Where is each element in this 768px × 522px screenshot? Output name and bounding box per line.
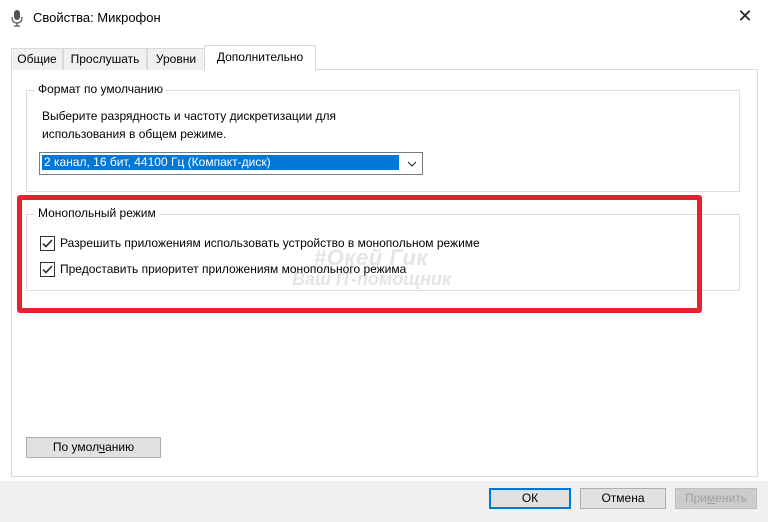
title-bar: Свойства: Микрофон ✕ — [0, 0, 768, 36]
description-line-2: использования в общем режиме. — [42, 127, 227, 141]
format-select[interactable]: 2 канал, 16 бит, 44100 Гц (Компакт-диск) — [39, 152, 423, 175]
ok-button[interactable]: ОК — [489, 488, 571, 509]
chevron-down-icon[interactable] — [402, 153, 422, 174]
ok-label: ОК — [521, 491, 539, 505]
apply-label-part2: енить — [715, 491, 748, 505]
tab-general-label: Общие — [17, 52, 57, 66]
apply-label-part1: При — [684, 491, 707, 505]
tab-levels[interactable]: Уровни — [147, 48, 205, 70]
format-select-value: 2 канал, 16 бит, 44100 Гц (Компакт-диск) — [42, 155, 399, 170]
cancel-button[interactable]: Отмена — [580, 488, 666, 509]
window-title: Свойства: Микрофон — [33, 10, 161, 25]
microphone-icon — [10, 9, 24, 27]
default-format-legend: Формат по умолчанию — [35, 82, 166, 96]
tab-advanced[interactable]: Дополнительно — [204, 45, 316, 71]
restore-defaults-button[interactable]: По умолчанию — [26, 437, 161, 458]
description-line-1: Выберите разрядность и частоту дискретиз… — [42, 109, 337, 123]
tab-listen-label: Прослушать — [70, 52, 140, 66]
cancel-label: Отмена — [601, 491, 645, 505]
defaults-label-part2: анию — [105, 440, 135, 454]
close-icon: ✕ — [737, 5, 753, 26]
tab-listen[interactable]: Прослушать — [63, 48, 147, 70]
tab-general[interactable]: Общие — [11, 48, 63, 70]
default-format-description: Выберите разрядность и частоту дискретиз… — [42, 107, 402, 143]
tab-advanced-label: Дополнительно — [216, 50, 304, 64]
defaults-label-part1: По умол — [52, 440, 99, 454]
tab-levels-label: Уровни — [155, 52, 197, 66]
apply-label-accel: м — [707, 491, 716, 505]
close-button[interactable]: ✕ — [722, 0, 768, 32]
apply-button[interactable]: Применить — [675, 488, 757, 509]
highlight-box — [17, 195, 702, 313]
properties-dialog: Свойства: Микрофон ✕ Общие Прослушать Ур… — [0, 0, 768, 522]
